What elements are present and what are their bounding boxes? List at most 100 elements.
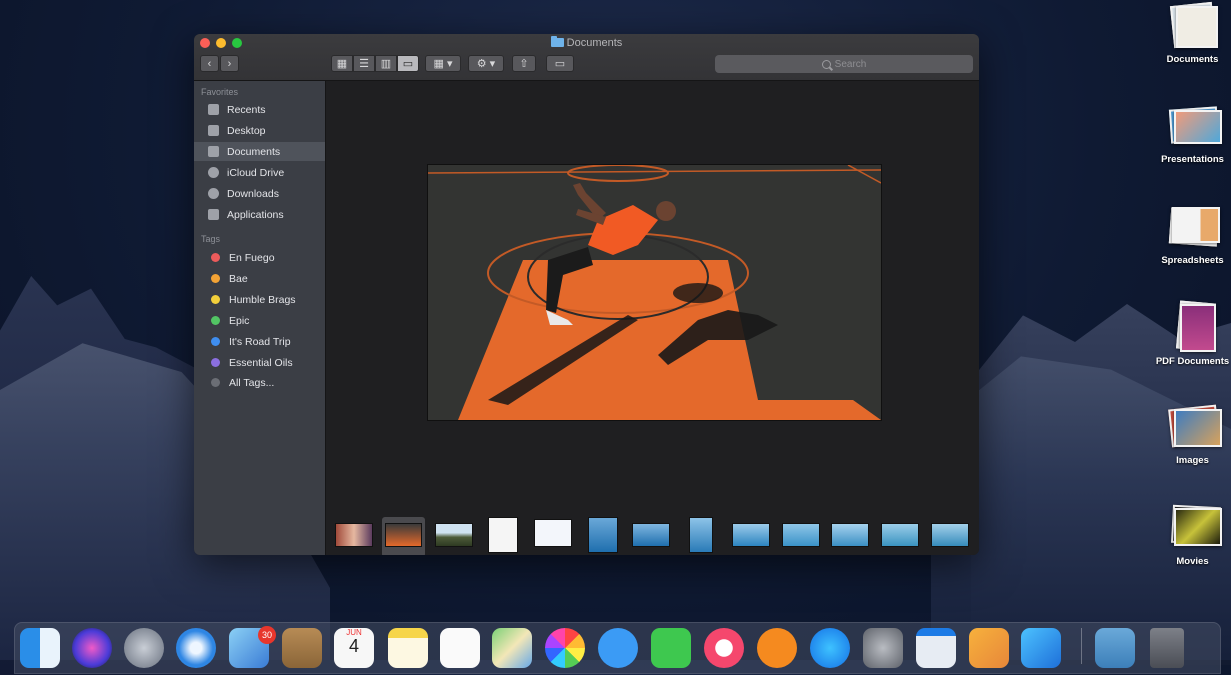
- documents-icon: [208, 146, 219, 157]
- app-store-dock-icon[interactable]: [810, 628, 850, 668]
- calendar-dock-icon[interactable]: JUN 4: [334, 628, 374, 668]
- sidebar-tag-en-fuego[interactable]: En Fuego: [194, 248, 325, 267]
- thumbnail[interactable]: [588, 517, 618, 553]
- sidebar-all-tags[interactable]: All Tags...: [194, 373, 325, 392]
- facetime-dock-icon[interactable]: [651, 628, 691, 668]
- applications-icon: [208, 209, 219, 220]
- basketball-court-photo: [428, 165, 881, 420]
- chevron-left-icon: ‹: [207, 57, 212, 70]
- column-view-button[interactable]: ▥: [375, 55, 397, 72]
- books-dock-icon[interactable]: [757, 628, 797, 668]
- finder-window: Documents ‹ › ▦ ☰ ▥ ▭ ▦ ▾ ⚙ ▾ ⇧ ▭ Search…: [194, 34, 979, 555]
- desktop-stack-movies[interactable]: Movies: [1150, 504, 1231, 567]
- thumbnail[interactable]: [782, 523, 820, 547]
- thumbnail[interactable]: [335, 523, 373, 547]
- action-menu-button[interactable]: ⚙ ▾: [468, 55, 504, 72]
- messages-dock-icon[interactable]: [598, 628, 638, 668]
- thumbnail[interactable]: [488, 517, 518, 553]
- calendar-day: 4: [348, 636, 359, 656]
- tag-color-dot: [211, 316, 220, 325]
- forward-button[interactable]: ›: [220, 55, 239, 72]
- thumbnail[interactable]: [435, 523, 473, 547]
- folder-icon: [550, 36, 564, 47]
- share-button[interactable]: ⇧: [512, 55, 536, 72]
- list-view-button[interactable]: ☰: [353, 55, 375, 72]
- thumbnail[interactable]: [881, 523, 919, 547]
- sidebar-item-applications[interactable]: Applications: [194, 205, 325, 224]
- desktop-icon: [208, 125, 219, 136]
- sidebar-tag-bae[interactable]: Bae: [194, 269, 325, 288]
- search-placeholder: Search: [834, 58, 867, 70]
- siri-dock-icon[interactable]: [72, 628, 112, 668]
- sidebar-tag-its-road-trip[interactable]: It's Road Trip: [194, 332, 325, 351]
- notes-dock-icon[interactable]: [388, 628, 428, 668]
- window-title: Documents: [194, 36, 979, 49]
- gear-icon: ⚙ ▾: [476, 58, 496, 70]
- sidebar-tag-epic[interactable]: Epic: [194, 311, 325, 330]
- window-toolbar: Documents ‹ › ▦ ☰ ▥ ▭ ▦ ▾ ⚙ ▾ ⇧ ▭ Search: [194, 34, 979, 81]
- sidebar-item-recents[interactable]: Recents: [194, 100, 325, 119]
- gallery-view-button[interactable]: ▭: [397, 55, 419, 72]
- desktop-stack-presentations[interactable]: Presentations: [1150, 102, 1231, 165]
- thumbnail[interactable]: [931, 523, 969, 547]
- group-grid-icon: ▦ ▾: [433, 58, 453, 70]
- thumbnail[interactable]: [732, 523, 770, 547]
- thumbnail-strip: [326, 501, 979, 555]
- presentation-stack-icon: [1168, 102, 1222, 148]
- chevron-right-icon: ›: [227, 57, 232, 70]
- gallery-preview-image[interactable]: [427, 164, 882, 421]
- maps-dock-icon[interactable]: [492, 628, 532, 668]
- pages-dock-icon[interactable]: [969, 628, 1009, 668]
- tag-icon: ▭: [554, 58, 566, 70]
- desktop-stack-spreadsheets[interactable]: Spreadsheets: [1150, 203, 1231, 266]
- xcode-dock-icon[interactable]: [1021, 628, 1061, 668]
- thumbnail-selected[interactable]: [385, 523, 422, 547]
- tag-color-dot: [211, 253, 220, 262]
- sidebar: Favorites Recents Desktop Documents iClo…: [194, 81, 326, 555]
- favorites-header: Favorites: [201, 87, 239, 97]
- group-by-button[interactable]: ▦ ▾: [425, 55, 461, 72]
- search-field[interactable]: Search: [715, 55, 973, 73]
- thumbnail[interactable]: [632, 523, 670, 547]
- thumbnail[interactable]: [689, 517, 713, 553]
- contacts-dock-icon[interactable]: [282, 628, 322, 668]
- document-stack-icon: [1168, 1, 1218, 49]
- tag-color-dot: [211, 378, 220, 387]
- sidebar-tag-humble-brags[interactable]: Humble Brags: [194, 290, 325, 309]
- gallery-icon: ▭: [402, 58, 414, 70]
- finder-dock-icon[interactable]: [20, 628, 60, 668]
- thumbnail[interactable]: [831, 523, 869, 547]
- sidebar-tag-essential-oils[interactable]: Essential Oils: [194, 353, 325, 372]
- tag-color-dot: [211, 358, 220, 367]
- tags-header: Tags: [201, 234, 221, 244]
- tag-color-dot: [211, 295, 220, 304]
- sidebar-item-icloud-drive[interactable]: iCloud Drive: [194, 163, 325, 182]
- tag-color-dot: [211, 337, 220, 346]
- mail-badge: 30: [258, 626, 276, 644]
- sidebar-item-downloads[interactable]: Downloads: [194, 184, 325, 203]
- launchpad-dock-icon[interactable]: [124, 628, 164, 668]
- downloads-stack-dock-icon[interactable]: [1095, 628, 1135, 668]
- sidebar-item-documents[interactable]: Documents: [194, 142, 325, 161]
- back-button[interactable]: ‹: [200, 55, 219, 72]
- keynote-dock-icon[interactable]: [916, 628, 956, 668]
- desktop-stack-images[interactable]: Images: [1150, 403, 1231, 466]
- reminders-dock-icon[interactable]: [440, 628, 480, 668]
- system-preferences-dock-icon[interactable]: [863, 628, 903, 668]
- columns-icon: ▥: [380, 58, 392, 70]
- itunes-dock-icon[interactable]: [704, 628, 744, 668]
- tag-color-dot: [211, 274, 220, 283]
- icon-view-button[interactable]: ▦: [331, 55, 353, 72]
- trash-dock-icon[interactable]: [1150, 628, 1184, 668]
- list-icon: ☰: [359, 58, 369, 70]
- image-stack-icon: [1167, 403, 1222, 449]
- sidebar-item-desktop[interactable]: Desktop: [194, 121, 325, 140]
- thumbnail[interactable]: [534, 519, 572, 547]
- photos-dock-icon[interactable]: [545, 628, 585, 668]
- desktop-stack-pdf-documents[interactable]: PDF Documents: [1150, 300, 1231, 367]
- edit-tags-button[interactable]: ▭: [546, 55, 574, 72]
- share-icon: ⇧: [519, 58, 529, 70]
- desktop-stack-documents[interactable]: Documents: [1150, 1, 1231, 65]
- safari-dock-icon[interactable]: [176, 628, 216, 668]
- icloud-icon: [208, 167, 219, 178]
